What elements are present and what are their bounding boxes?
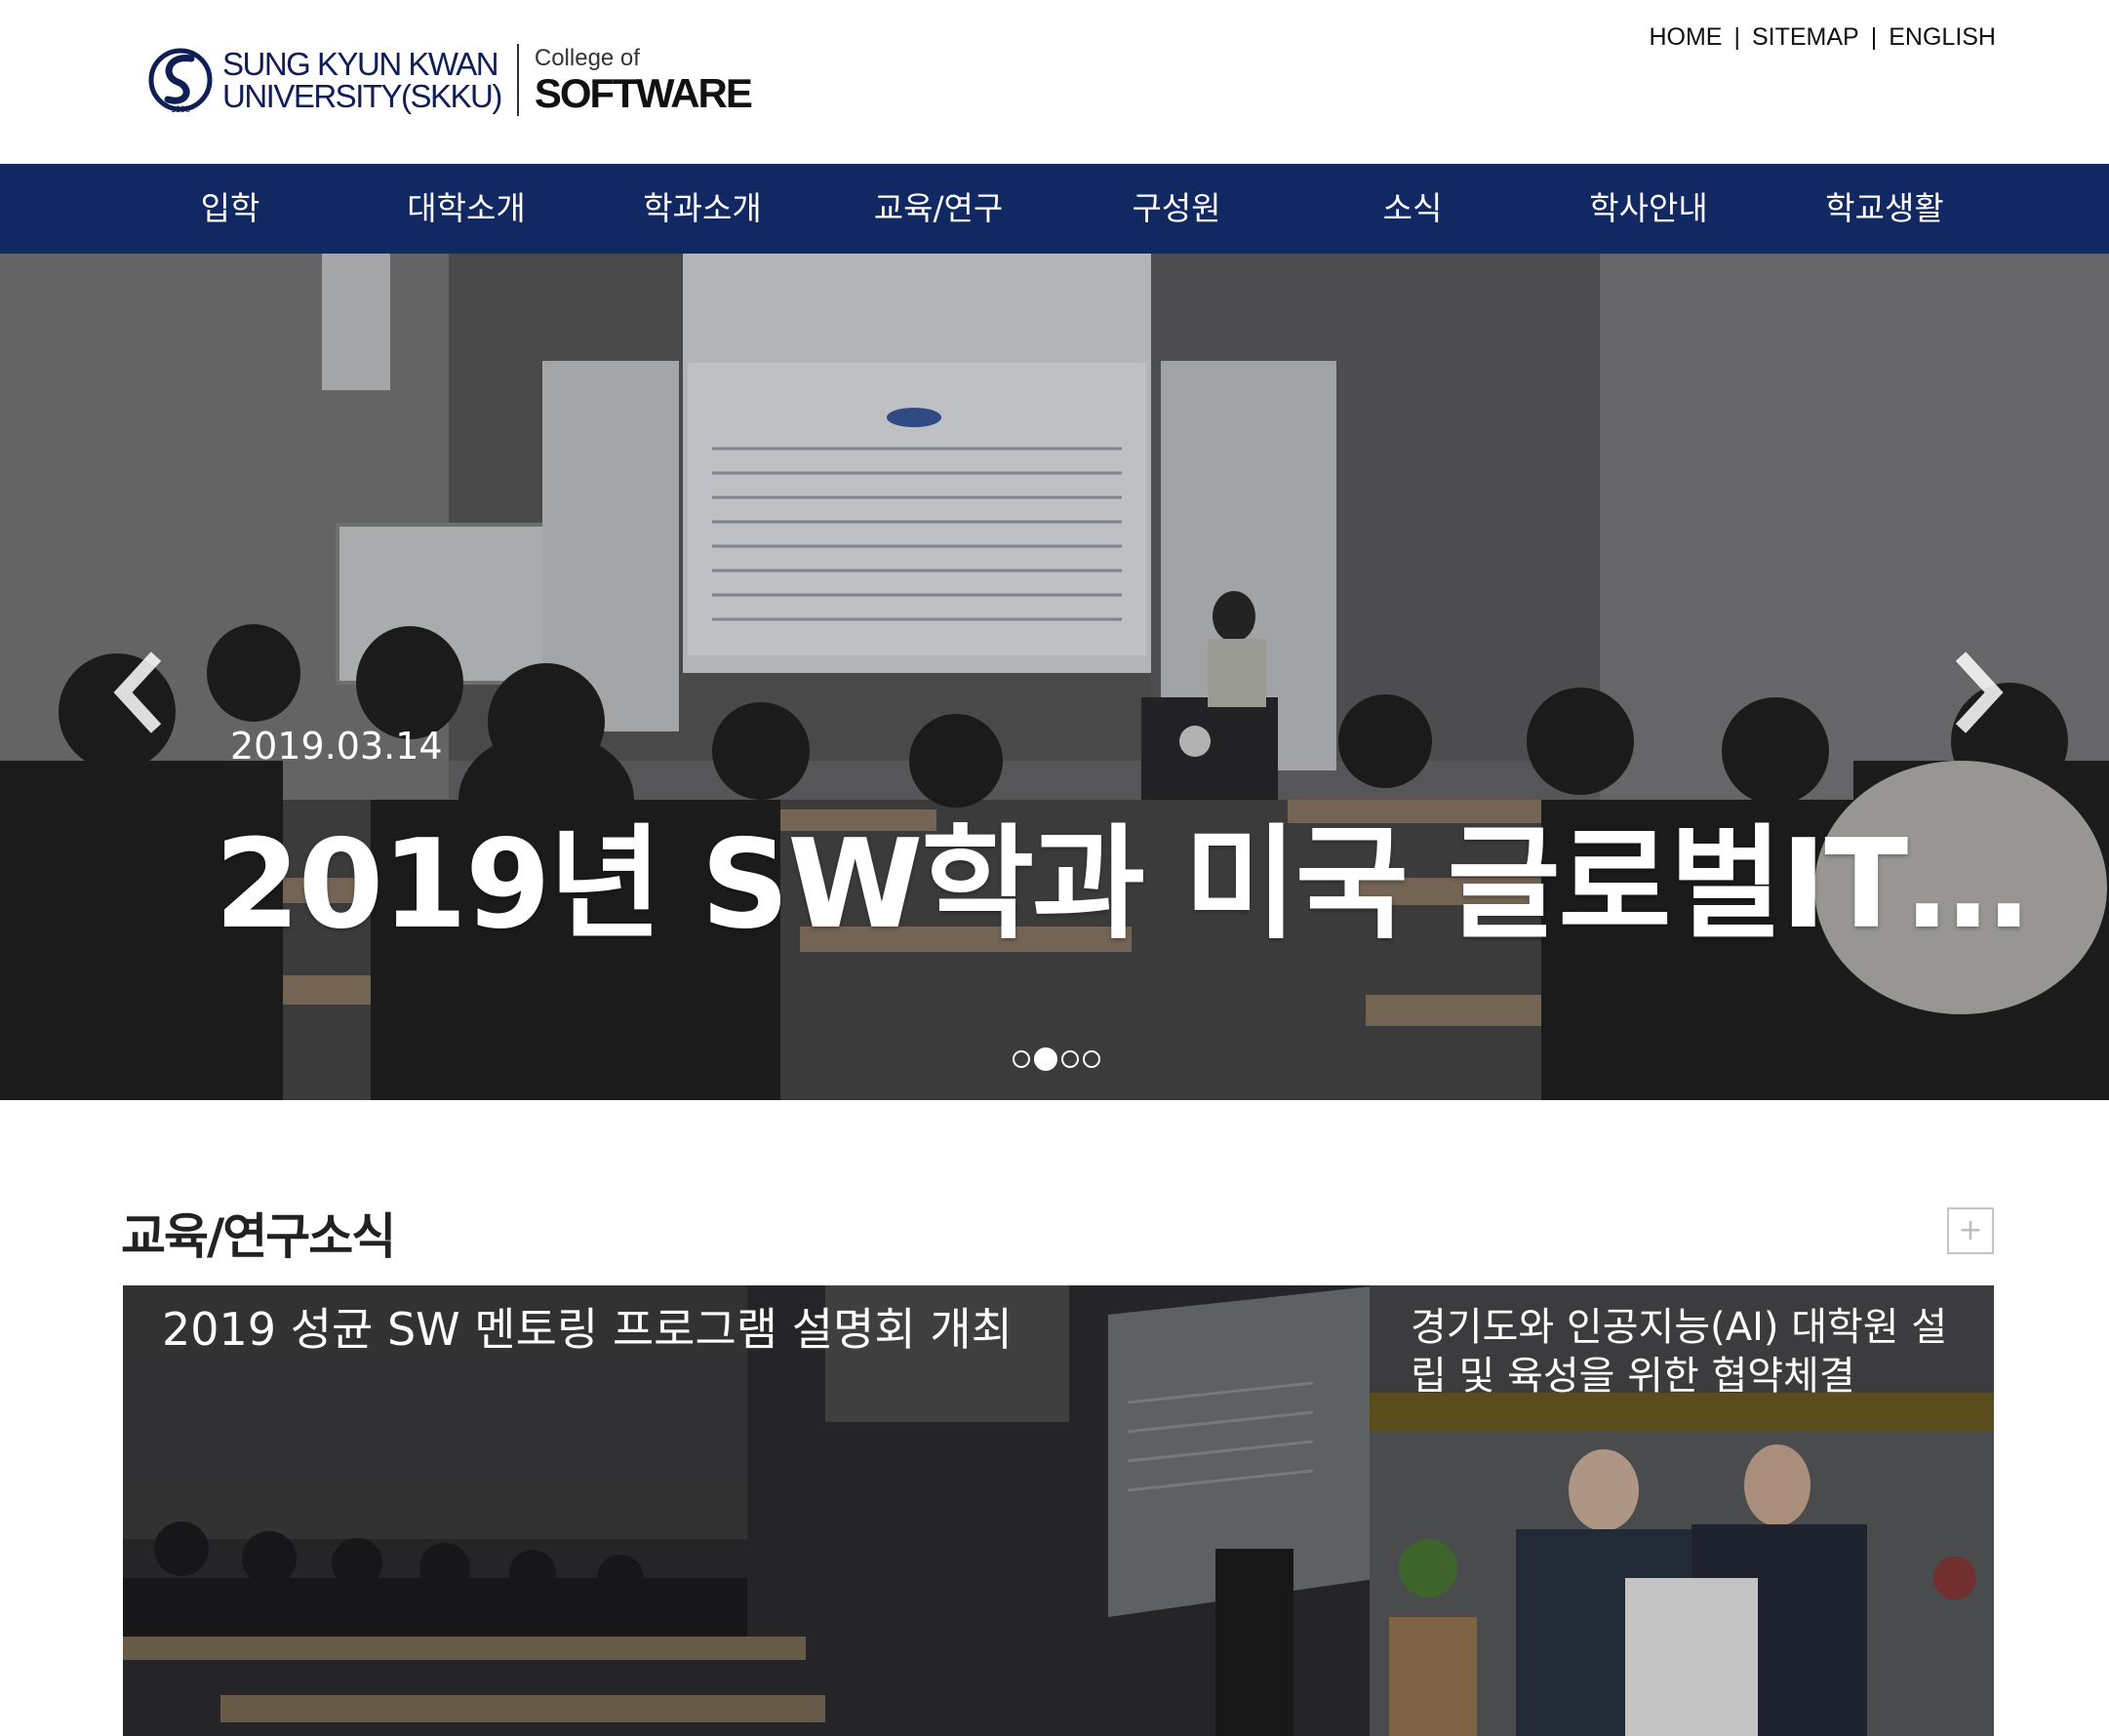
english-link[interactable]: ENGLISH — [1889, 23, 1996, 52]
chevron-left-icon[interactable] — [109, 649, 168, 736]
logo-divider — [516, 44, 519, 116]
nav-item-admission[interactable]: 입학 — [133, 164, 328, 254]
slider-dot-3[interactable] — [1061, 1050, 1079, 1068]
site-header: 1398 SUNG KYUN KWAN UNIVERSITY(SKKU) Col… — [0, 0, 2109, 164]
nav-item-about-college[interactable]: 대학소개 — [369, 164, 564, 254]
hero-photo — [0, 254, 2109, 1100]
nav-item-education-research[interactable]: 교육/연구 — [841, 164, 1036, 254]
nav-item-news[interactable]: 소식 — [1315, 164, 1510, 254]
slider-pagination — [1013, 1047, 1100, 1071]
nav-item-members[interactable]: 구성원 — [1079, 164, 1274, 254]
logo-college-name: College of SOFTWARE — [534, 45, 753, 116]
slider-dot-2[interactable] — [1034, 1047, 1057, 1071]
slider-dot-4[interactable] — [1083, 1050, 1100, 1068]
nav-item-academic-info[interactable]: 학사안내 — [1551, 164, 1746, 254]
main-nav: 입학 대학소개 학과소개 교육/연구 구성원 소식 학사안내 학교생활 — [0, 164, 2109, 254]
news-card[interactable]: 경기도와 인공지능(AI) 대학원 설립 및 육성을 위한 협약체결 — [1370, 1285, 1994, 1736]
svg-text:1398: 1398 — [171, 104, 190, 114]
logo-college-of: College of — [534, 45, 640, 71]
sitemap-link[interactable]: SITEMAP — [1752, 23, 1859, 52]
nav-item-campus-life[interactable]: 학교생활 — [1787, 164, 1982, 254]
hero-title[interactable]: 2019년 SW학과 미국 글로벌IT… — [215, 785, 2029, 963]
university-emblem-icon: 1398 — [148, 48, 213, 114]
slider-dot-1[interactable] — [1013, 1050, 1030, 1068]
util-separator: | — [1870, 23, 1878, 51]
logo-software: SOFTWARE — [534, 70, 753, 116]
more-button[interactable]: + — [1947, 1207, 1994, 1254]
utility-links: HOME | SITEMAP | ENGLISH — [1649, 23, 1996, 52]
section-title: 교육/연구소식 — [121, 1208, 396, 1265]
news-card[interactable]: 2019 성균 SW 멘토링 프로그램 설명회 개최 — [123, 1285, 1370, 1736]
util-separator: | — [1733, 23, 1740, 51]
chevron-right-icon[interactable] — [1949, 649, 2008, 736]
news-card-title: 2019 성균 SW 멘토링 프로그램 설명회 개최 — [162, 1303, 1013, 1356]
news-card-title: 경기도와 인공지능(AI) 대학원 설립 및 육성을 위한 협약체결 — [1411, 1305, 1948, 1399]
logo-university-name: SUNG KYUN KWAN UNIVERSITY(SKKU) — [222, 46, 502, 114]
hero-date: 2019.03.14 — [230, 725, 443, 768]
nav-item-departments[interactable]: 학과소개 — [605, 164, 800, 254]
home-link[interactable]: HOME — [1649, 23, 1722, 52]
logo-line-2: UNIVERSITY(SKKU) — [222, 78, 502, 114]
hero-slider: 2019.03.14 2019년 SW학과 미국 글로벌IT… — [0, 254, 2109, 1100]
logo-line-1: SUNG KYUN KWAN — [222, 46, 499, 82]
site-logo[interactable]: 1398 SUNG KYUN KWAN UNIVERSITY(SKKU) Col… — [148, 39, 753, 121]
